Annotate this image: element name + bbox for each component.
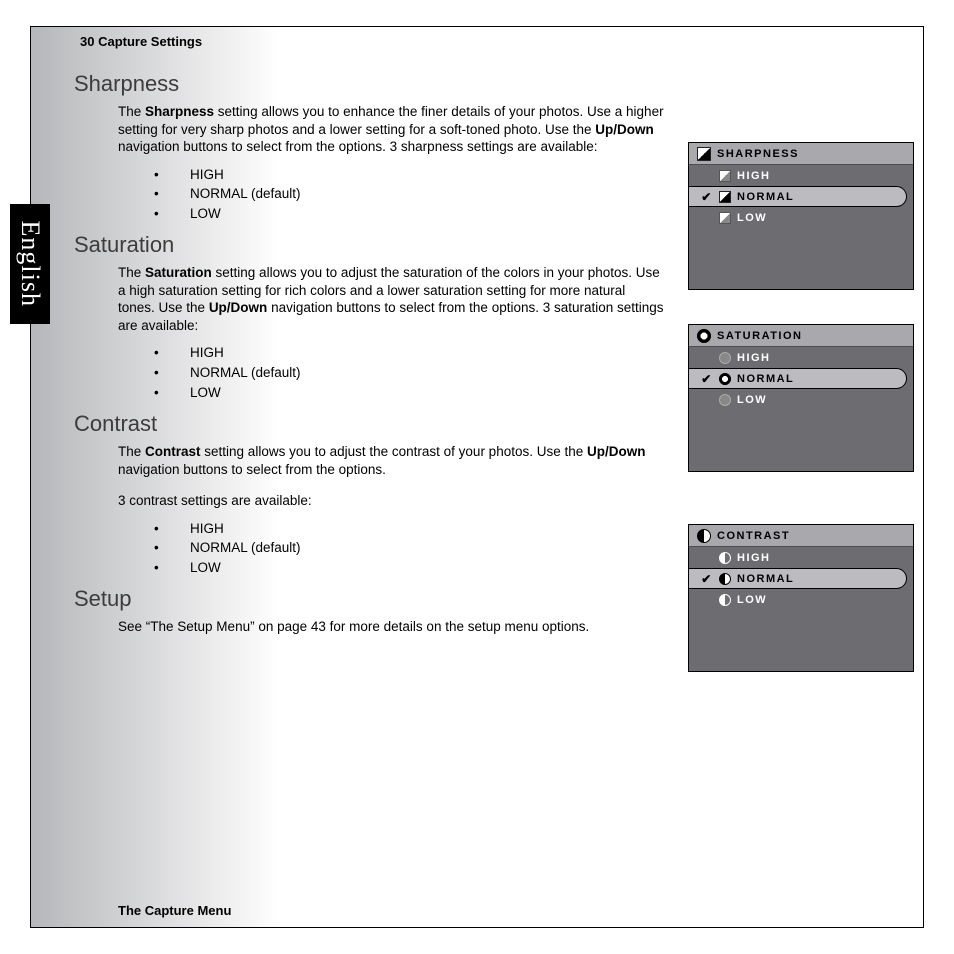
menu-header: SATURATION [689, 325, 913, 347]
footer-label: The Capture Menu [118, 903, 231, 918]
check-icon: ✔ [701, 190, 713, 204]
section-title-sharpness: Sharpness [70, 71, 914, 97]
saturation-level-icon [719, 373, 731, 385]
menu-row-selected: ✔ NORMAL [689, 186, 907, 207]
list-item: NORMAL (default) [150, 539, 664, 557]
menu-header: CONTRAST [689, 525, 913, 547]
contrast-icon [697, 529, 711, 543]
menu-row: LOW [689, 207, 913, 228]
list-item: HIGH [150, 520, 664, 538]
sharpness-icon [697, 147, 711, 161]
menu-row-selected: ✔ NORMAL [689, 568, 907, 589]
menu-row: HIGH [689, 347, 913, 368]
contrast-level-icon [719, 573, 731, 585]
list-item: NORMAL (default) [150, 185, 664, 203]
menu-row: HIGH [689, 547, 913, 568]
saturation-icon [697, 329, 711, 343]
sharpness-level-icon [719, 212, 731, 224]
menu-row: HIGH [689, 165, 913, 186]
menu-row: LOW [689, 589, 913, 610]
contrast-menu: CONTRAST HIGH ✔ NORMAL LOW [688, 524, 914, 672]
menu-header: SHARPNESS [689, 143, 913, 165]
page-header: 30 Capture Settings [70, 34, 914, 49]
language-label: English [15, 221, 45, 307]
check-icon: ✔ [701, 372, 713, 386]
sharpness-menu: SHARPNESS HIGH ✔ NORMAL LOW [688, 142, 914, 290]
list-item: LOW [150, 205, 664, 223]
saturation-menu: SATURATION HIGH ✔ NORMAL LOW [688, 324, 914, 472]
list-item: LOW [150, 559, 664, 577]
language-tab: English [10, 204, 50, 324]
contrast-level-icon [719, 594, 731, 606]
sharpness-level-icon [719, 170, 731, 182]
list-item: LOW [150, 384, 664, 402]
list-item: HIGH [150, 344, 664, 362]
saturation-level-icon [719, 394, 731, 406]
menu-row-selected: ✔ NORMAL [689, 368, 907, 389]
check-icon: ✔ [701, 572, 713, 586]
contrast-level-icon [719, 552, 731, 564]
sharpness-level-icon [719, 191, 731, 203]
list-item: HIGH [150, 166, 664, 184]
menu-row: LOW [689, 389, 913, 410]
saturation-level-icon [719, 352, 731, 364]
list-item: NORMAL (default) [150, 364, 664, 382]
